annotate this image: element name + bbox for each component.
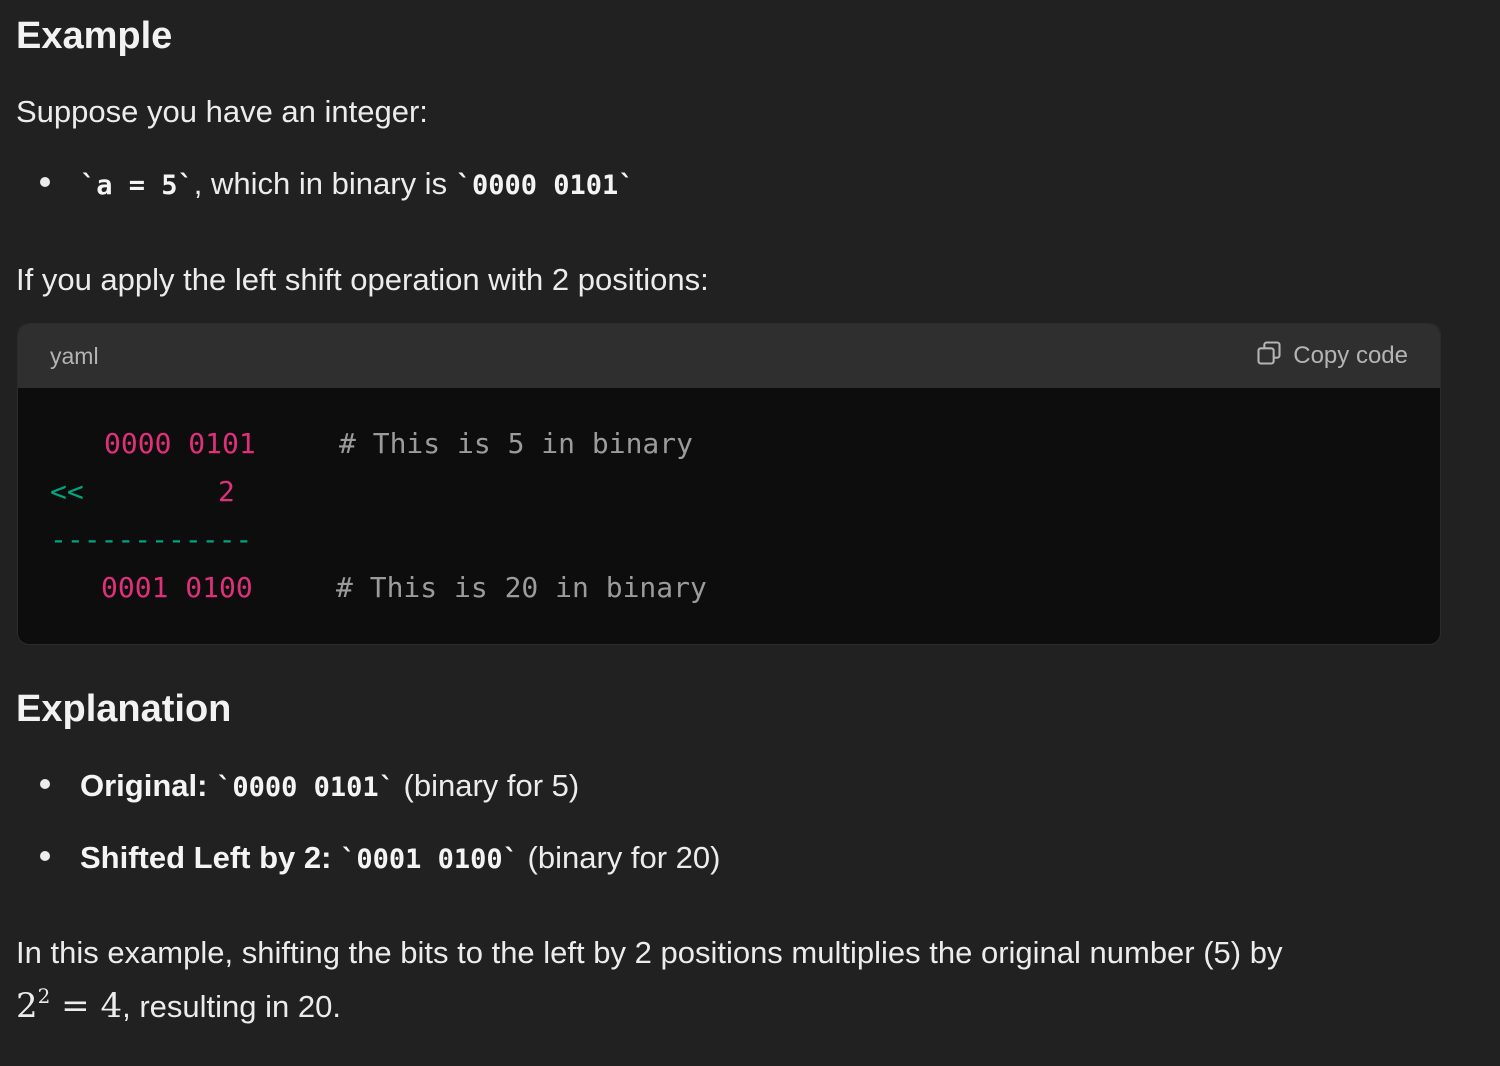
bullet-dot <box>40 851 50 861</box>
math-expression: 22 = 4 <box>16 984 123 1026</box>
list-item: Shifted Left by 2: `0001 0100` (binary f… <box>0 836 1480 880</box>
shift-intro-text: If you apply the left shift operation wi… <box>16 262 709 297</box>
item-note: (binary for 5) <box>403 768 580 803</box>
heading-example: Example <box>16 15 173 57</box>
heading-explanation: Explanation <box>16 688 232 730</box>
code-value: 2 <box>218 475 235 508</box>
code-block: yaml Copy code 0000 0101 # This is 5 in … <box>17 323 1441 645</box>
code-language-label: yaml <box>50 343 99 369</box>
code-block-header: yaml Copy code <box>18 324 1440 388</box>
code-value: 0001 0100 <box>101 571 253 604</box>
inline-code: `0000 0101` <box>216 772 395 803</box>
conclusion-line-2: 22 = 4, resulting in 20. <box>16 983 341 1028</box>
list-item: Original: `0000 0101` (binary for 5) <box>0 764 1480 808</box>
conclusion-tail: , resulting in 20. <box>122 989 341 1024</box>
inline-code: `0000 0101` <box>455 170 635 201</box>
conclusion-line-1: In this example, shifting the bits to th… <box>16 935 1283 970</box>
copy-code-button[interactable]: Copy code <box>1255 324 1408 388</box>
code-comment: # This is 20 in binary <box>336 571 707 604</box>
inline-code: `a = 5` <box>80 170 194 201</box>
code-comment: # This is 5 in binary <box>339 427 694 460</box>
inline-code: `0001 0100` <box>340 844 519 875</box>
item-label: Original: <box>80 768 208 803</box>
bullet-text: , which in binary is <box>193 166 456 201</box>
item-label: Shifted Left by 2: <box>80 840 332 875</box>
list-item: `a = 5`, which in binary is `0000 0101` <box>0 162 1480 206</box>
code-value: 0000 0101 <box>104 427 256 460</box>
copy-icon <box>1255 339 1283 374</box>
copy-code-label: Copy code <box>1293 342 1408 369</box>
intro-text: Suppose you have an integer: <box>16 94 428 129</box>
code-operator: << <box>50 475 84 508</box>
bullet-dot <box>40 177 50 187</box>
item-note: (binary for 20) <box>527 840 721 875</box>
chat-response: Example Suppose you have an integer: `a … <box>0 0 1500 1066</box>
code-divider: ------------ <box>50 523 253 556</box>
bullet-dot <box>40 779 50 789</box>
